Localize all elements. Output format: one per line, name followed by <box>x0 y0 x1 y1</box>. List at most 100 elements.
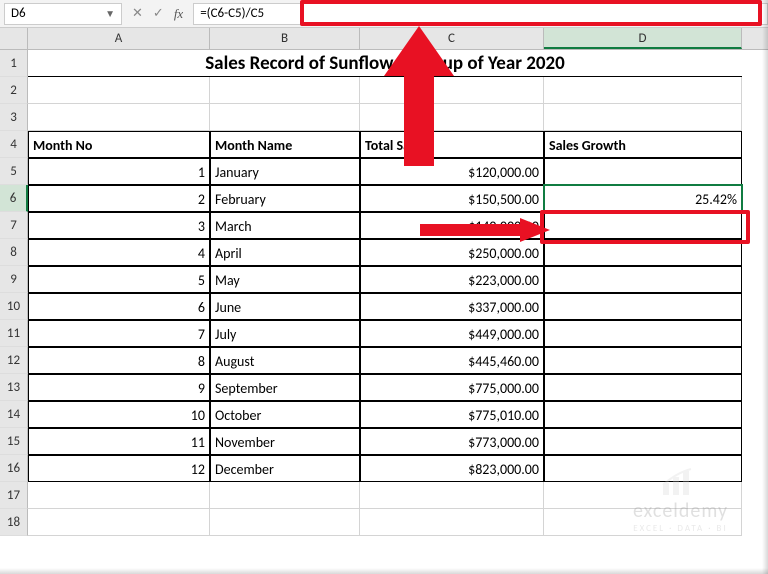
row-header[interactable]: 2 <box>0 77 28 104</box>
confirm-icon[interactable]: ✓ <box>153 6 164 21</box>
cell[interactable] <box>28 482 210 509</box>
cell-month-no[interactable]: 3 <box>28 212 210 239</box>
row-header[interactable]: 16 <box>0 455 28 482</box>
watermark-text: exceldemy <box>633 499 728 523</box>
row-7: 7 3 March $140,000.00 <box>0 212 768 239</box>
cell-total-sales[interactable]: $445,460.00 <box>360 347 544 374</box>
cell[interactable] <box>360 482 544 509</box>
cell-sales-growth[interactable] <box>544 266 742 293</box>
row-header[interactable]: 9 <box>0 266 28 293</box>
col-header-a[interactable]: A <box>28 28 210 49</box>
cancel-icon[interactable]: ✕ <box>132 6 143 21</box>
row-header[interactable]: 10 <box>0 293 28 320</box>
row-header[interactable]: 8 <box>0 239 28 266</box>
cell-month-name[interactable]: December <box>210 455 360 482</box>
name-box-dropdown-icon[interactable]: ▼ <box>105 7 115 20</box>
formula-input[interactable]: =(C6-C5)/C5 <box>193 3 768 25</box>
cell-total-sales[interactable]: $449,000.00 <box>360 320 544 347</box>
header-month-name[interactable]: Month Name <box>210 131 360 158</box>
row-header[interactable]: 13 <box>0 374 28 401</box>
cell-month-no[interactable]: 11 <box>28 428 210 455</box>
cell[interactable] <box>360 509 544 536</box>
row-header[interactable]: 3 <box>0 104 28 131</box>
cell-month-no[interactable]: 9 <box>28 374 210 401</box>
cell-month-name[interactable]: January <box>210 158 360 185</box>
row-header[interactable]: 6 <box>0 185 28 212</box>
formula-text: =(C6-C5)/C5 <box>200 6 264 21</box>
cell-sales-growth[interactable] <box>544 428 742 455</box>
cell-sales-growth[interactable] <box>544 320 742 347</box>
row-header[interactable]: 7 <box>0 212 28 239</box>
row-8: 8 4 April $250,000.00 <box>0 239 768 266</box>
watermark-subtext: EXCEL · DATA · BI <box>633 523 728 534</box>
cell-total-sales[interactable]: $823,000.00 <box>360 455 544 482</box>
cell-total-sales[interactable]: $773,000.00 <box>360 428 544 455</box>
cell-month-name[interactable]: September <box>210 374 360 401</box>
row-header[interactable]: 18 <box>0 509 28 536</box>
cell-month-no[interactable]: 4 <box>28 239 210 266</box>
row-header[interactable]: 4 <box>0 131 28 158</box>
cell[interactable] <box>544 77 742 104</box>
row-header[interactable]: 11 <box>0 320 28 347</box>
cell-month-name[interactable]: March <box>210 212 360 239</box>
col-header-b[interactable]: B <box>210 28 360 49</box>
cell-sales-growth[interactable] <box>544 212 742 239</box>
cell[interactable] <box>210 77 360 104</box>
cell[interactable] <box>544 104 742 131</box>
row-header[interactable]: 15 <box>0 428 28 455</box>
row-header[interactable]: 12 <box>0 347 28 374</box>
cell-total-sales[interactable]: $337,000.00 <box>360 293 544 320</box>
cell-sales-growth[interactable] <box>544 401 742 428</box>
cell-total-sales[interactable]: $250,000.00 <box>360 239 544 266</box>
cell[interactable] <box>28 104 210 131</box>
row-12: 12 8 August $445,460.00 <box>0 347 768 374</box>
name-box[interactable]: D6 ▼ <box>4 3 122 25</box>
cell[interactable] <box>210 509 360 536</box>
cell-month-no[interactable]: 6 <box>28 293 210 320</box>
cell-sales-growth[interactable] <box>544 374 742 401</box>
row-header[interactable]: 17 <box>0 482 28 509</box>
header-month-no[interactable]: Month No <box>28 131 210 158</box>
cell-sales-growth[interactable] <box>544 158 742 185</box>
watermark: exceldemy EXCEL · DATA · BI <box>633 467 728 534</box>
cell-sales-growth[interactable] <box>544 293 742 320</box>
cell-month-no[interactable]: 7 <box>28 320 210 347</box>
cell-month-no[interactable]: 12 <box>28 455 210 482</box>
cell-month-no[interactable]: 1 <box>28 158 210 185</box>
cell-month-name[interactable]: November <box>210 428 360 455</box>
cell-month-no[interactable]: 8 <box>28 347 210 374</box>
row-header[interactable]: 14 <box>0 401 28 428</box>
cell[interactable] <box>210 482 360 509</box>
cell-total-sales[interactable]: $775,010.00 <box>360 401 544 428</box>
row-header[interactable]: 1 <box>0 50 28 77</box>
cell-month-no[interactable]: 2 <box>28 185 210 212</box>
cell-month-no[interactable]: 10 <box>28 401 210 428</box>
cell-sales-growth-active[interactable]: 25.42% <box>544 185 742 212</box>
fx-icon[interactable]: fx <box>174 6 183 22</box>
cell-month-name[interactable]: April <box>210 239 360 266</box>
cell[interactable] <box>28 77 210 104</box>
cell-month-name[interactable]: October <box>210 401 360 428</box>
cell-total-sales[interactable]: $223,000.00 <box>360 266 544 293</box>
row-header[interactable]: 5 <box>0 158 28 185</box>
cell-month-name[interactable]: July <box>210 320 360 347</box>
row-14: 14 10 October $775,010.00 <box>0 401 768 428</box>
cell-month-name[interactable]: May <box>210 266 360 293</box>
cell-sales-growth[interactable] <box>544 347 742 374</box>
cell-month-name[interactable]: February <box>210 185 360 212</box>
cell-sales-growth[interactable] <box>544 239 742 266</box>
cell-total-sales[interactable]: $775,000.00 <box>360 374 544 401</box>
cell[interactable] <box>28 509 210 536</box>
header-sales-growth[interactable]: Sales Growth <box>544 131 742 158</box>
select-all-corner[interactable] <box>0 28 28 49</box>
col-header-d[interactable]: D <box>544 28 742 49</box>
cell[interactable] <box>210 104 360 131</box>
watermark-icon <box>661 467 701 497</box>
cell-month-name[interactable]: August <box>210 347 360 374</box>
row-15: 15 11 November $773,000.00 <box>0 428 768 455</box>
row-10: 10 6 June $337,000.00 <box>0 293 768 320</box>
name-box-value: D6 <box>11 6 26 21</box>
cell-month-name[interactable]: June <box>210 293 360 320</box>
cell-total-sales[interactable]: $150,500.00 <box>360 185 544 212</box>
cell-month-no[interactable]: 5 <box>28 266 210 293</box>
